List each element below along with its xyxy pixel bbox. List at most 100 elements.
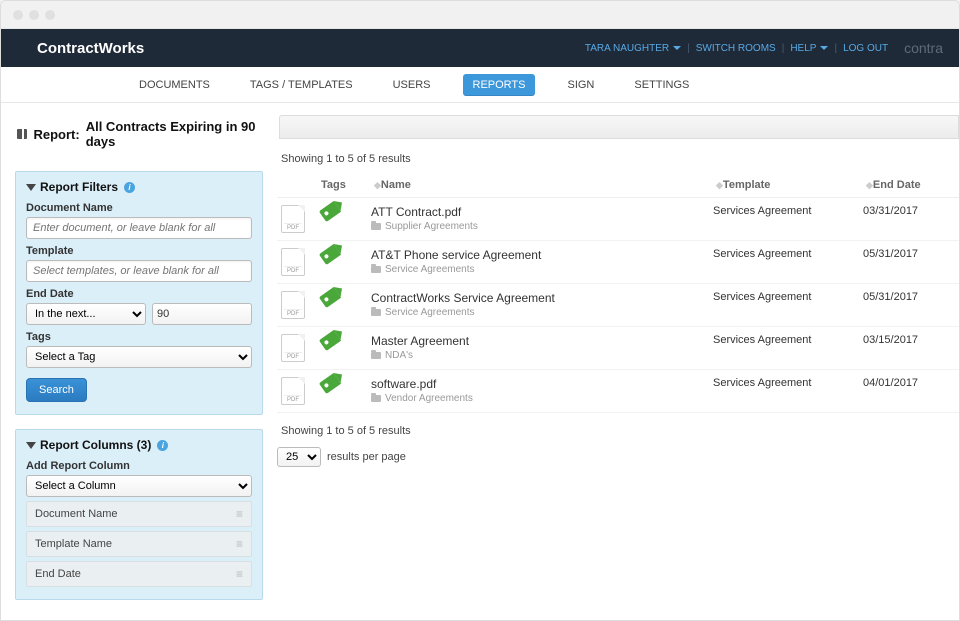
- caret-down-icon: [673, 46, 681, 50]
- drag-icon[interactable]: ≡: [236, 507, 243, 521]
- info-icon[interactable]: i: [124, 182, 135, 193]
- report-filters-panel: Report Filters i Document Name Template …: [15, 171, 263, 415]
- col-tags[interactable]: Tags: [321, 179, 346, 191]
- pdf-icon: PDF: [281, 291, 305, 319]
- nav-tags-templates[interactable]: TAGS / TEMPLATES: [242, 71, 361, 99]
- search-button[interactable]: Search: [26, 378, 87, 402]
- results-table: Tags ◆Name ◆Template ◆End Date PDFATT Co…: [277, 173, 959, 413]
- right-column: Showing 1 to 5 of 5 results Tags ◆Name ◆…: [277, 115, 959, 620]
- nav-reports[interactable]: REPORTS: [463, 74, 536, 96]
- breadcrumb-bar: [279, 115, 959, 139]
- col-template[interactable]: Template: [723, 179, 770, 191]
- tag-icon[interactable]: [319, 330, 341, 351]
- folder-icon: [371, 266, 381, 273]
- table-row[interactable]: PDF ContractWorks Service Agreement Servic…: [277, 284, 959, 327]
- column-row[interactable]: Document Name ≡: [26, 501, 252, 527]
- per-page-label: results per page: [327, 451, 406, 463]
- column-row[interactable]: Template Name≡: [26, 531, 252, 557]
- end-date-mode-select[interactable]: In the next...: [26, 303, 146, 325]
- table-row[interactable]: PDFMaster AgreementNDA'sServices Agreeme…: [277, 327, 959, 370]
- nav-settings[interactable]: SETTINGS: [626, 71, 697, 99]
- sort-icon[interactable]: ◆: [716, 180, 723, 190]
- per-page-select[interactable]: 25: [277, 447, 321, 467]
- nav-sign[interactable]: SIGN: [559, 71, 602, 99]
- table-row[interactable]: PDF ATT Contract.pdf Supplier Agreements Se…: [277, 198, 959, 241]
- document-folder: Supplier Agreements: [371, 221, 705, 232]
- nav-documents[interactable]: DOCUMENTS: [131, 71, 218, 99]
- chevron-down-icon: [26, 442, 36, 449]
- book-icon: [17, 129, 27, 139]
- tag-icon[interactable]: [319, 201, 341, 222]
- report-prefix: Report:: [33, 127, 79, 142]
- document-folder: Vendor Agreements: [371, 393, 705, 404]
- document-name: ContractWorks Service Agreement: [371, 291, 705, 305]
- tags-select[interactable]: Select a Tag: [26, 346, 252, 368]
- report-title: Report: All Contracts Expiring in 90 day…: [17, 119, 263, 149]
- topbar-right: TARA NAUGHTER | SWITCH ROOMS | HELP | LO…: [585, 40, 943, 56]
- end-date-value-input[interactable]: [152, 303, 252, 325]
- pdf-icon: PDF: [281, 248, 305, 276]
- titlebar: [1, 1, 959, 29]
- end-date-cell: 03/15/2017: [859, 327, 959, 370]
- sort-icon[interactable]: ◆: [374, 180, 381, 190]
- drag-icon[interactable]: ≡: [236, 567, 243, 581]
- col-name[interactable]: Name: [381, 179, 411, 191]
- end-date-cell: 05/31/2017: [859, 241, 959, 284]
- results-summary-top: Showing 1 to 5 of 5 results: [281, 153, 959, 165]
- navbar: DOCUMENTS TAGS / TEMPLATES USERS REPORTS…: [1, 67, 959, 103]
- chevron-down-icon: [26, 184, 36, 191]
- tag-icon[interactable]: [319, 373, 341, 394]
- help-menu[interactable]: HELP: [790, 43, 828, 54]
- column-name: End Date: [35, 568, 81, 580]
- user-menu[interactable]: TARA NAUGHTER: [585, 43, 681, 54]
- template-label: Template: [26, 245, 252, 257]
- end-date-cell: 04/01/2017: [859, 370, 959, 413]
- filters-heading[interactable]: Report Filters i: [26, 180, 252, 194]
- document-name-input[interactable]: [26, 217, 252, 239]
- pdf-icon: PDF: [281, 205, 305, 233]
- document-name: Master Agreement: [371, 334, 705, 348]
- window-max-dot[interactable]: [45, 10, 55, 20]
- logout-link[interactable]: LOG OUT: [843, 43, 888, 54]
- col-end-date[interactable]: End Date: [873, 179, 921, 191]
- folder-icon: [371, 352, 381, 359]
- column-name: Document Name: [35, 508, 118, 520]
- table-row[interactable]: PDFAT&T Phone service AgreementService A…: [277, 241, 959, 284]
- info-icon[interactable]: i: [157, 440, 168, 451]
- column-row[interactable]: End Date ≡: [26, 561, 252, 587]
- results-summary-bottom: Showing 1 to 5 of 5 results: [281, 425, 959, 437]
- document-folder: Service Agreements: [371, 307, 705, 318]
- report-columns-panel: Report Columns (3) i Add Report Column S…: [15, 429, 263, 600]
- logo: ContractWorks: [37, 40, 144, 57]
- doc-name-label: Document Name: [26, 202, 252, 214]
- document-name: ATT Contract.pdf: [371, 205, 705, 219]
- report-name: All Contracts Expiring in 90 days: [86, 119, 263, 149]
- caret-down-icon: [820, 46, 828, 50]
- window-min-dot[interactable]: [29, 10, 39, 20]
- template-cell: Services Agreement: [709, 370, 859, 413]
- end-date-cell: 05/31/2017: [859, 284, 959, 327]
- template-cell: Services Agreement: [709, 284, 859, 327]
- pdf-icon: PDF: [281, 377, 305, 405]
- template-cell: Services Agreement: [709, 241, 859, 284]
- template-cell: Services Agreement: [709, 327, 859, 370]
- window-close-dot[interactable]: [13, 10, 23, 20]
- columns-heading[interactable]: Report Columns (3) i: [26, 438, 252, 452]
- document-folder: Service Agreements: [371, 264, 705, 275]
- document-name: software.pdf: [371, 377, 705, 391]
- table-row[interactable]: PDF software.pdf Vendor Agreements Services…: [277, 370, 959, 413]
- add-column-select[interactable]: Select a Column: [26, 475, 252, 497]
- folder-icon: [371, 223, 381, 230]
- tag-icon[interactable]: [319, 287, 341, 308]
- switch-rooms-link[interactable]: SWITCH ROOMS: [696, 43, 776, 54]
- brand-right: contra: [904, 40, 943, 56]
- sort-icon[interactable]: ◆: [866, 180, 873, 190]
- pager: 25 results per page: [277, 447, 959, 467]
- template-input[interactable]: [26, 260, 252, 282]
- template-cell: Services Agreement: [709, 198, 859, 241]
- end-date-cell: 03/31/2017: [859, 198, 959, 241]
- drag-icon[interactable]: ≡: [236, 537, 243, 551]
- nav-users[interactable]: USERS: [385, 71, 439, 99]
- app-window: ContractWorks TARA NAUGHTER | SWITCH ROO…: [0, 0, 960, 621]
- tag-icon[interactable]: [319, 244, 341, 265]
